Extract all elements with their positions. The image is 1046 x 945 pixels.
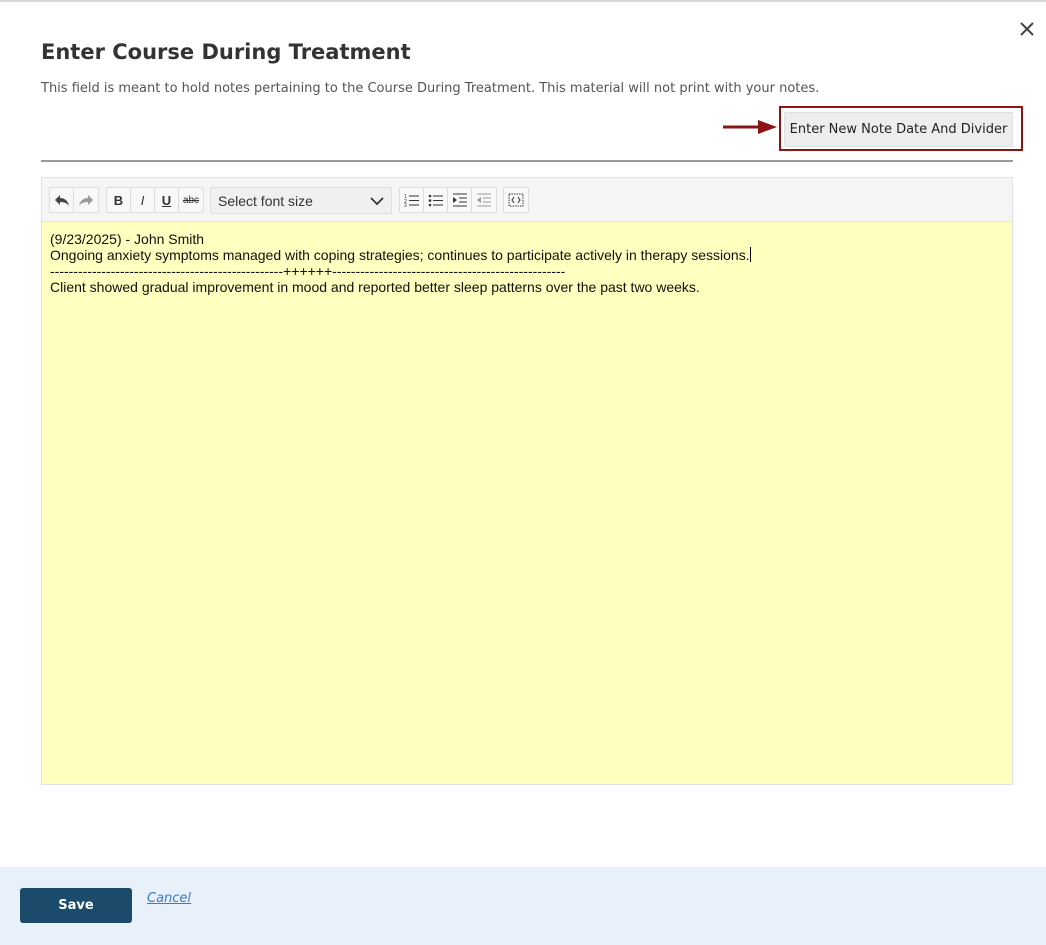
ordered-list-icon[interactable]: 123 [400,188,424,212]
chevron-down-icon [370,197,384,206]
dialog-footer: Save Cancel [0,867,1046,945]
source-group [503,187,529,213]
top-border [0,0,1046,2]
note-divider-line: ----------------------------------------… [50,263,566,279]
list-group: 123 [399,187,497,213]
section-divider [41,160,1013,162]
italic-button[interactable]: I [131,188,155,212]
editor-content[interactable]: (9/23/2025) - John Smith Ongoing anxiety… [42,222,1012,784]
indent-icon[interactable] [448,188,472,212]
text-caret [749,247,751,262]
font-size-select-label: Select font size [218,192,313,209]
dialog-description: This field is meant to hold notes pertai… [41,81,820,96]
source-code-icon[interactable] [504,188,528,212]
cancel-link[interactable]: Cancel [147,891,191,906]
history-group [49,187,99,213]
note-line-text: Ongoing anxiety symptoms managed with co… [50,247,750,263]
dialog-title: Enter Course During Treatment [41,40,411,64]
enter-new-note-date-button[interactable]: Enter New Note Date And Divider [784,112,1013,147]
format-group: B I U abc [106,187,204,213]
arrow-icon [722,118,778,136]
close-icon[interactable] [1016,18,1038,40]
bold-button[interactable]: B [107,188,131,212]
strikethrough-button[interactable]: abc [179,188,203,212]
note-line-with-caret: Ongoing anxiety symptoms managed with co… [50,247,1004,263]
redo-icon[interactable] [74,188,98,212]
note-line: (9/23/2025) - John Smith [50,231,205,247]
outdent-icon[interactable] [472,188,496,212]
undo-icon[interactable] [50,188,74,212]
font-size-select[interactable]: Select font size [210,187,392,214]
note-line: Client showed gradual improvement in moo… [50,279,700,295]
underline-button[interactable]: U [155,188,179,212]
svg-text:3: 3 [404,203,407,207]
save-button[interactable]: Save [20,888,132,923]
bullet-list-icon[interactable] [424,188,448,212]
editor-toolbar: B I U abc Select font size 123 [42,178,1012,222]
rich-text-editor: B I U abc Select font size 123 (9/23/202… [41,177,1013,785]
